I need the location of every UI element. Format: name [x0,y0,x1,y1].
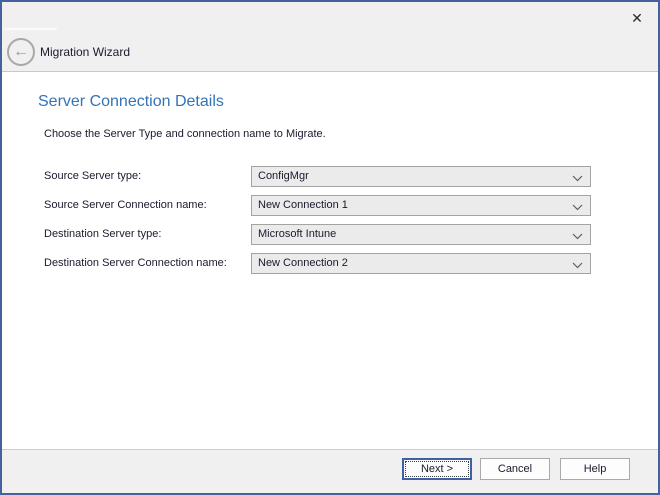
destination-server-type-row: Destination Server type: Microsoft Intun… [2,224,658,245]
chevron-down-icon [572,202,583,214]
page-title: Server Connection Details [38,93,224,111]
source-server-type-value: ConfigMgr [258,167,566,186]
wizard-content: Server Connection Details Choose the Ser… [2,73,658,449]
chevron-down-icon [572,231,583,243]
close-icon[interactable]: ✕ [626,7,648,29]
source-server-type-row: Source Server type: ConfigMgr [2,166,658,187]
source-server-type-label: Source Server type: [44,166,141,187]
destination-connection-name-label: Destination Server Connection name: [44,253,227,274]
destination-server-type-value: Microsoft Intune [258,225,566,244]
next-button[interactable]: Next > [402,458,472,480]
back-arrow-icon[interactable]: ← [7,38,35,66]
wizard-footer: Next > Cancel Help [2,449,658,493]
source-server-type-dropdown[interactable]: ConfigMgr [251,166,591,187]
destination-connection-name-value: New Connection 2 [258,254,566,273]
header-highlight-line [5,28,57,30]
source-connection-name-label: Source Server Connection name: [44,195,207,216]
chevron-down-icon [572,260,583,272]
cancel-button[interactable]: Cancel [480,458,550,480]
migration-wizard-window: ✕ ← Migration Wizard Server Connection D… [0,0,660,495]
destination-connection-name-dropdown[interactable]: New Connection 2 [251,253,591,274]
source-connection-name-dropdown[interactable]: New Connection 1 [251,195,591,216]
wizard-title: Migration Wizard [40,38,130,66]
destination-connection-name-row: Destination Server Connection name: New … [2,253,658,274]
wizard-header: ✕ ← Migration Wizard [2,2,658,72]
help-button[interactable]: Help [560,458,630,480]
source-connection-name-value: New Connection 1 [258,196,566,215]
destination-server-type-dropdown[interactable]: Microsoft Intune [251,224,591,245]
destination-server-type-label: Destination Server type: [44,224,161,245]
source-connection-name-row: Source Server Connection name: New Conne… [2,195,658,216]
chevron-down-icon [572,173,583,185]
page-description: Choose the Server Type and connection na… [44,128,326,140]
